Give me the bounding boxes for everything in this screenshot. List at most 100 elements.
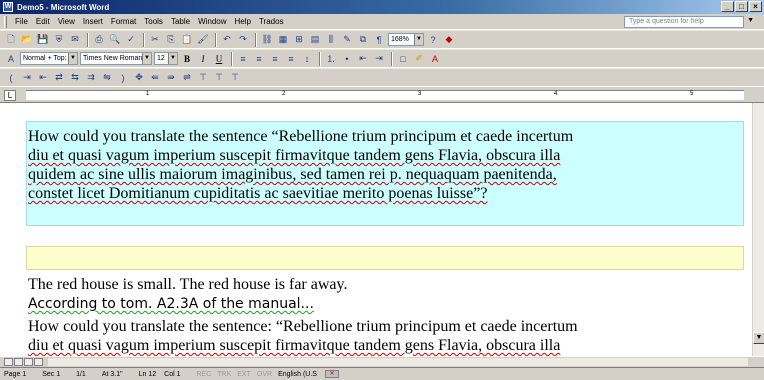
copy-source-icon[interactable]: ⇌ xyxy=(180,71,194,85)
status-rec[interactable]: REC xyxy=(196,371,211,378)
align-right-icon[interactable]: ≡ xyxy=(268,52,282,66)
menu-window[interactable]: Window xyxy=(194,17,230,26)
open-get-icon[interactable]: ( xyxy=(4,71,18,85)
ask-dropdown-arrow-icon[interactable]: ▼ xyxy=(747,17,754,24)
outline-view-icon[interactable] xyxy=(34,358,43,366)
hyperlink-icon[interactable]: ⛓ xyxy=(260,33,274,47)
normal-view-icon[interactable] xyxy=(4,358,13,366)
menu-format[interactable]: Format xyxy=(107,17,140,26)
cut-icon[interactable]: ✂ xyxy=(148,33,162,47)
columns-icon[interactable]: ⫼ xyxy=(324,33,338,47)
chevron-down-icon[interactable]: ▼ xyxy=(414,34,423,45)
align-left-icon[interactable]: ≡ xyxy=(236,52,250,66)
status-trk[interactable]: TRK xyxy=(217,371,231,378)
increase-indent-icon[interactable]: ⇥ xyxy=(372,52,386,66)
toolbar-options-icon[interactable]: ⊤ xyxy=(228,71,242,85)
target-segment-highlight[interactable] xyxy=(26,246,744,270)
fuzzy-next-icon[interactable]: ⇛ xyxy=(164,71,178,85)
borders-icon[interactable]: □ xyxy=(396,52,410,66)
minimize-button[interactable]: _ xyxy=(721,1,734,12)
justify-icon[interactable]: ≡ xyxy=(284,52,298,66)
menu-edit[interactable]: Edit xyxy=(32,17,54,26)
close-button[interactable]: × xyxy=(749,1,762,12)
menubar-grip[interactable] xyxy=(4,15,7,28)
new-document-icon[interactable]: 🗋 xyxy=(4,33,18,47)
ruler[interactable]: L 1 2 3 4 5 xyxy=(0,87,764,103)
status-ext[interactable]: EXT xyxy=(237,371,251,378)
copy-icon[interactable]: ⎘ xyxy=(164,33,178,47)
zoom-select[interactable]: 168% ▼ xyxy=(388,33,424,46)
chevron-down-icon[interactable]: ▼ xyxy=(168,53,177,64)
menu-trados[interactable]: Trados xyxy=(255,17,288,26)
horizontal-scroll-track[interactable] xyxy=(48,358,748,366)
permission-icon[interactable]: ⛨ xyxy=(52,33,66,47)
font-size-select[interactable]: 12 ▼ xyxy=(154,52,178,65)
close-segment-icon[interactable]: ) xyxy=(116,71,130,85)
email-icon[interactable]: ✉ xyxy=(68,33,82,47)
insert-excel-icon[interactable]: ▤ xyxy=(308,33,322,47)
chevron-down-icon[interactable]: ▼ xyxy=(142,53,151,64)
menu-view[interactable]: View xyxy=(54,17,79,26)
format-painter-icon[interactable]: 🖌 xyxy=(196,33,210,47)
decrease-indent-icon[interactable]: ⇤ xyxy=(356,52,370,66)
print-layout-icon[interactable] xyxy=(24,358,33,366)
open-folder-icon[interactable]: 📂 xyxy=(20,33,34,47)
menu-tools[interactable]: Tools xyxy=(140,17,167,26)
insert-table-icon[interactable]: ⊞ xyxy=(292,33,306,47)
highlight-icon[interactable]: ✐ xyxy=(412,52,426,66)
help-icon[interactable]: ? xyxy=(426,33,440,47)
maximize-button[interactable]: □ xyxy=(735,1,748,12)
horizontal-scrollbar[interactable] xyxy=(0,356,764,367)
drawing-icon[interactable]: ✎ xyxy=(340,33,354,47)
menu-insert[interactable]: Insert xyxy=(79,17,107,26)
replace-icon[interactable]: ⊤ xyxy=(212,71,226,85)
concordance-icon[interactable]: ✥ xyxy=(132,71,146,85)
italic-button[interactable]: I xyxy=(196,52,210,66)
ruler-strip[interactable]: 1 2 3 4 5 xyxy=(26,90,744,100)
line-spacing-icon[interactable]: ↕ xyxy=(300,52,314,66)
numbering-icon[interactable]: ⒈ xyxy=(324,52,338,66)
styles-formatting-icon[interactable]: A xyxy=(4,52,18,66)
source-paragraph[interactable]: How could you translate the sentence “Re… xyxy=(28,127,740,203)
menu-help[interactable]: Help xyxy=(231,17,255,26)
second-paragraph[interactable]: How could you translate the sentence: “R… xyxy=(28,317,740,355)
translate-to-fuzzy-icon[interactable]: ⇋ xyxy=(100,71,114,85)
redo-icon[interactable]: ↷ xyxy=(236,33,250,47)
undo-icon[interactable]: ↶ xyxy=(220,33,234,47)
status-ovr[interactable]: OVR xyxy=(257,371,272,378)
scroll-down-icon[interactable]: ▼ xyxy=(753,332,764,344)
paste-icon[interactable]: 📋 xyxy=(180,33,194,47)
get-next-icon[interactable]: ⇥ xyxy=(20,71,34,85)
tab-selector-icon[interactable]: L xyxy=(4,90,16,101)
tables-borders-icon[interactable]: ▦ xyxy=(276,33,290,47)
red-house-line[interactable]: The red house is small. The red house is… xyxy=(28,275,740,294)
spelling-icon[interactable]: ✓ xyxy=(124,33,138,47)
get-icon[interactable]: ⇆ xyxy=(68,71,82,85)
menu-table[interactable]: Table xyxy=(167,17,194,26)
set-close-open-icon[interactable]: ⇄ xyxy=(52,71,66,85)
print-icon[interactable]: ⎙ xyxy=(92,33,106,47)
bold-button[interactable]: B xyxy=(180,52,194,66)
according-line[interactable]: According to tom. A2.3A of the manual... xyxy=(28,295,740,314)
web-layout-icon[interactable] xyxy=(14,358,23,366)
font-color-icon[interactable]: A xyxy=(428,52,442,66)
spelling-status-icon[interactable]: ✕ xyxy=(324,370,339,378)
show-hide-icon[interactable]: ¶ xyxy=(372,33,386,47)
print-preview-icon[interactable]: 🔍 xyxy=(108,33,122,47)
style-select[interactable]: Normal + Top: ( ▼ xyxy=(20,52,78,65)
status-language[interactable]: English (U.S xyxy=(278,371,317,378)
restore-source-icon[interactable]: ⇤ xyxy=(36,71,50,85)
save-icon[interactable]: 💾 xyxy=(36,33,50,47)
menu-file[interactable]: File xyxy=(11,17,32,26)
chevron-down-icon[interactable]: ▼ xyxy=(68,53,77,64)
document-map-icon[interactable]: ⧉ xyxy=(356,33,370,47)
fuzzy-prev-icon[interactable]: ⇚ xyxy=(148,71,162,85)
trados-icon[interactable]: ◆ xyxy=(442,33,456,47)
set-close-icon[interactable]: ⇉ xyxy=(84,71,98,85)
ask-question-input[interactable]: Type a question for help xyxy=(624,16,744,28)
word-app-icon[interactable]: W xyxy=(3,2,13,12)
align-center-icon[interactable]: ≡ xyxy=(252,52,266,66)
bullets-icon[interactable]: • xyxy=(340,52,354,66)
font-select[interactable]: Times New Roman ▼ xyxy=(80,52,152,65)
vertical-scrollbar[interactable]: ▼ xyxy=(752,103,764,356)
